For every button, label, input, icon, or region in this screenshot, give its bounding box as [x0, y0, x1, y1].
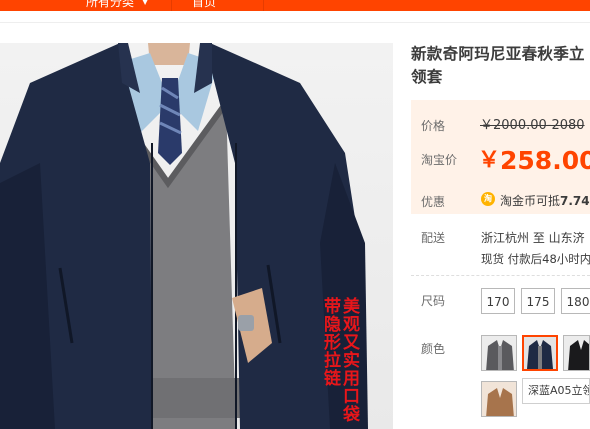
jacket-thumbnail-icon	[564, 336, 589, 370]
shipping-label: 配送	[421, 231, 446, 245]
product-title: 新款奇阿玛尼亚春秋季立领套	[411, 45, 585, 86]
jacket-thumbnail-icon	[482, 336, 516, 370]
nav-home[interactable]: 首页	[192, 0, 216, 10]
color-swatch-grey[interactable]	[481, 335, 517, 371]
chevron-down-icon: ▼	[142, 0, 149, 6]
nav-all-categories[interactable]: 所有分类	[86, 0, 134, 10]
taobao-price-label: 淘宝价	[421, 153, 458, 167]
section-divider	[411, 275, 590, 276]
size-option-175[interactable]: 175	[521, 288, 555, 314]
color-swatch-navy-selected[interactable]	[522, 335, 558, 371]
coin-amount: 7.74	[560, 194, 590, 208]
coin-discount-text: 淘金币可抵7.74	[500, 192, 590, 209]
size-option-180[interactable]: 180	[561, 288, 590, 314]
size-option-170[interactable]: 170	[481, 288, 515, 314]
coin-text-prefix: 淘金币可抵	[500, 194, 561, 208]
color-tooltip: 深蓝A05立领	[522, 378, 590, 404]
original-price: ￥2000.00-2080	[480, 118, 585, 133]
color-swatch-brown[interactable]	[481, 381, 517, 417]
jacket-thumbnail-icon	[524, 337, 556, 369]
header-divider	[0, 22, 590, 23]
product-main-image[interactable]: 美观又实用口袋带隐形拉链	[0, 43, 393, 429]
discount-label: 优惠	[421, 195, 446, 209]
sale-price: ￥258.00	[478, 142, 590, 175]
price-label: 价格	[421, 119, 446, 133]
top-nav-bar: 所有分类 ▼ 首页	[0, 0, 590, 11]
jacket-thumbnail-icon	[482, 382, 516, 416]
nav-divider	[171, 0, 172, 11]
promo-caption: 美观又实用口袋带隐形拉链	[320, 297, 359, 423]
shipping-note: 现货 付款后48小时内	[481, 252, 590, 266]
color-swatch-black[interactable]	[563, 335, 590, 371]
nav-divider	[263, 0, 264, 11]
color-label: 颜色	[421, 342, 446, 356]
shipping-route[interactable]: 浙江杭州 至 山东济	[481, 229, 585, 246]
sale-price-value: 258.00	[500, 146, 590, 175]
size-label: 尺码	[421, 294, 446, 308]
currency-symbol: ￥	[478, 148, 501, 173]
taobao-coin-icon: 淘	[481, 192, 495, 206]
